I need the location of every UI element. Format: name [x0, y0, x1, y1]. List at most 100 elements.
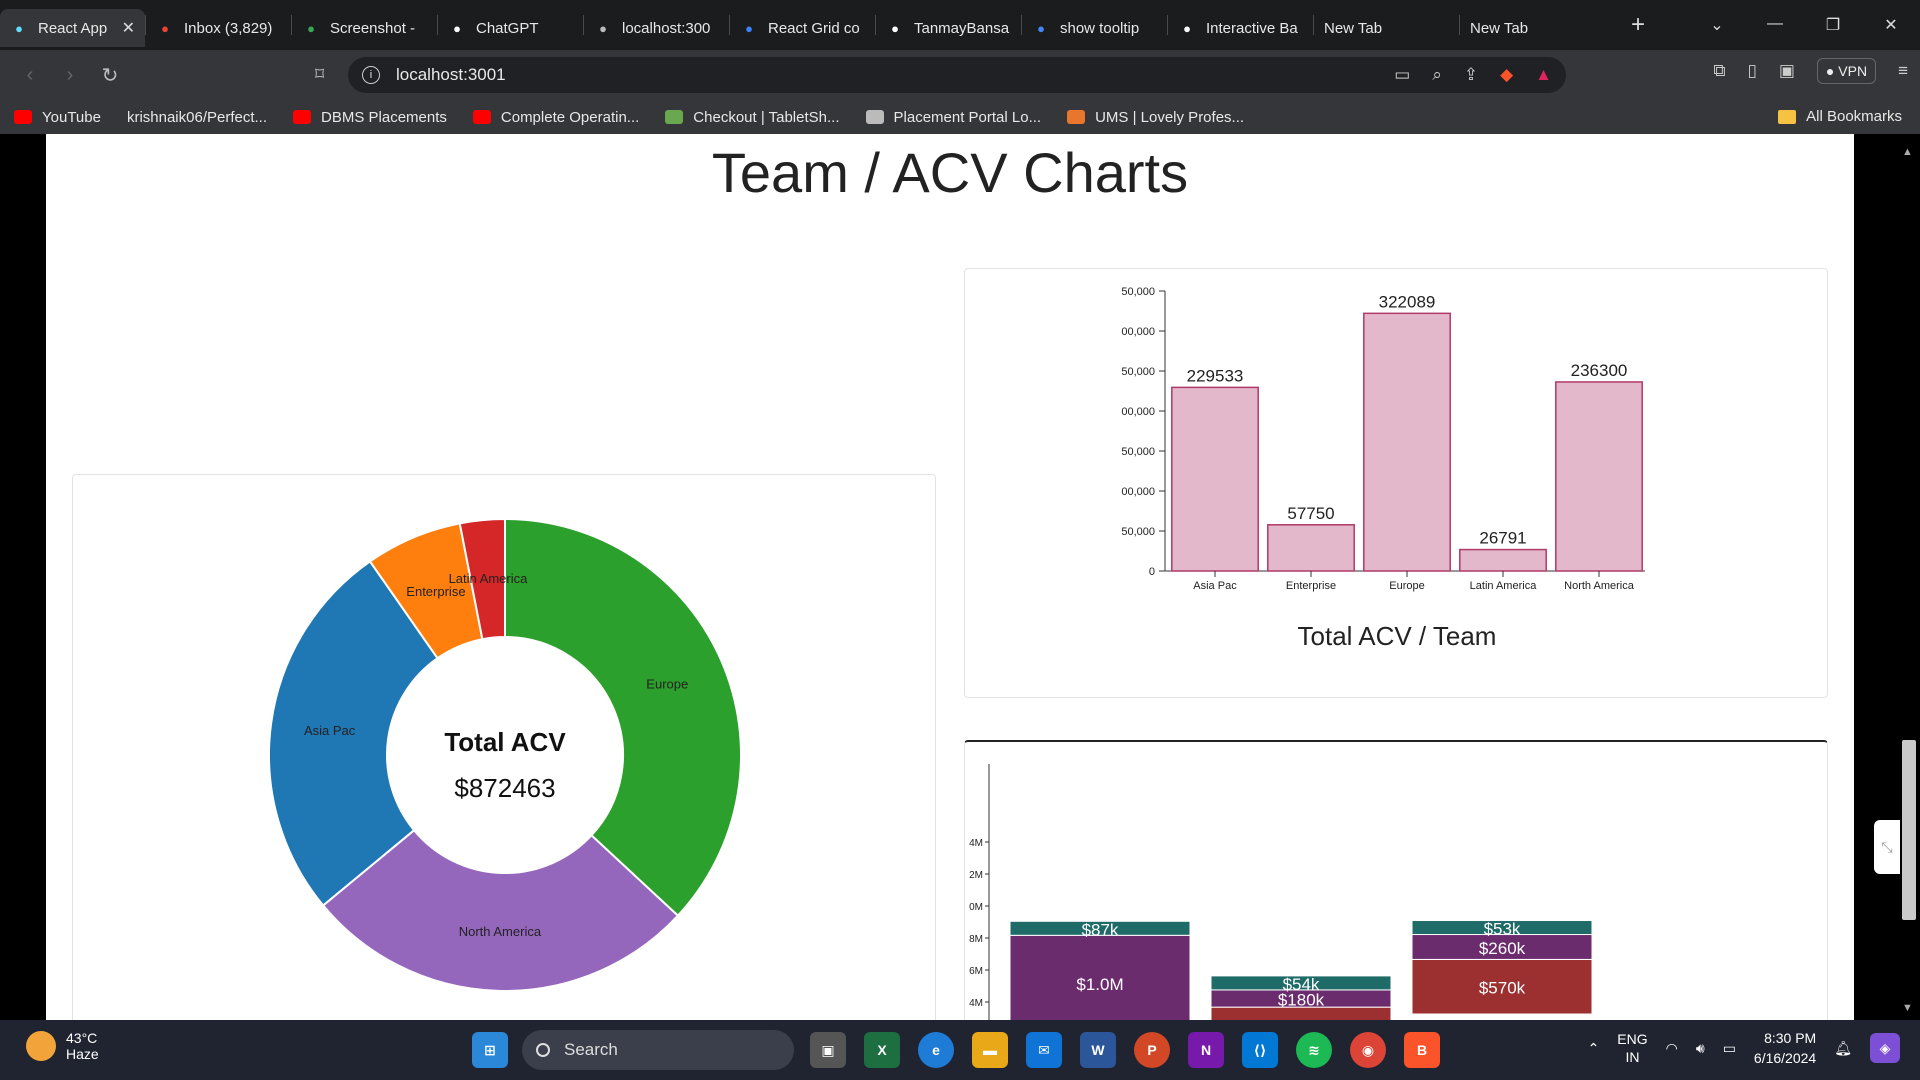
medium-icon: ●	[1183, 20, 1191, 36]
system-tray: ⌃ ENG IN ◠ 🔊︎ ▭ 8:30 PM 6/16/2024 🔔︎ ◈	[1588, 1028, 1900, 1068]
clock[interactable]: 8:30 PM 6/16/2024	[1754, 1028, 1816, 1068]
stack-y-tick-label: 4M	[969, 838, 983, 849]
tab-search-icon[interactable]: ⌄	[1688, 15, 1746, 35]
close-window-button[interactable]: ✕	[1862, 15, 1920, 35]
bar-chart-panel: 0 50,000 00,000 50,000 00,000 50,000 00,000 50,…	[964, 268, 1828, 698]
tab-title: localhost:300	[622, 19, 711, 37]
minimize-button[interactable]: —	[1746, 15, 1804, 35]
bar[interactable]	[1267, 524, 1355, 572]
bar[interactable]	[1555, 381, 1643, 572]
bar-chart-caption: Total ACV / Team	[1298, 621, 1497, 651]
site-info-icon[interactable]: i	[362, 66, 380, 84]
browser-tab[interactable]: New Tab	[1460, 9, 1605, 47]
wifi-icon[interactable]: ◠	[1666, 1040, 1678, 1057]
bookmark-label: YouTube	[42, 108, 101, 126]
stack-segment-label: $53k	[1484, 920, 1521, 939]
y-tick-label: 00,000	[1121, 486, 1155, 498]
bar[interactable]	[1363, 312, 1451, 572]
scroll-down-arrow[interactable]: ▼	[1902, 1002, 1913, 1014]
spotify-icon[interactable]: ≋	[1296, 1032, 1332, 1068]
windows-start-icon[interactable]: ⊞	[472, 1032, 508, 1068]
show-hidden-icons[interactable]: ⌃	[1588, 1040, 1600, 1057]
bar-chart: 0 50,000 00,000 50,000 00,000 50,000 00,000 50,…	[1121, 286, 1645, 651]
address-bar[interactable]: i localhost:3001 ▭ ⌕ ⇪ ◆ ▲	[348, 57, 1566, 93]
clock-time: 8:30 PM	[1764, 1030, 1817, 1046]
browser-tab[interactable]: ● localhost:300	[584, 9, 729, 47]
stack-segment-label: $54k	[1283, 975, 1320, 994]
edge-icon[interactable]: e	[918, 1032, 954, 1068]
x-tick-label: Europe	[1389, 580, 1424, 592]
browser-tab[interactable]: ● Interactive Ba	[1168, 9, 1313, 47]
language-indicator[interactable]: ENG IN	[1617, 1030, 1647, 1066]
notifications-icon[interactable]: 🔔︎	[1834, 1040, 1852, 1057]
vscode-icon[interactable]: ⟨⟩	[1242, 1032, 1278, 1068]
scroll-up-arrow[interactable]: ▲	[1902, 146, 1913, 158]
browser-tab[interactable]: ● React App ✕	[0, 9, 145, 47]
bookmark-item[interactable]: krishnaik06/Perfect...	[127, 109, 267, 126]
stack-y-tick-label: 2M	[969, 870, 983, 881]
excel-icon[interactable]: X	[864, 1032, 900, 1068]
bookmark-item[interactable]: YouTube	[14, 109, 101, 126]
page-scrollbar-thumb[interactable]	[1902, 740, 1916, 920]
bookmark-page-icon[interactable]: ⌑	[315, 64, 324, 85]
back-icon[interactable]: ‹	[10, 64, 50, 87]
sidebar-icon[interactable]: ▯	[1748, 61, 1757, 81]
reload-icon[interactable]: ↻	[90, 63, 130, 88]
onenote-icon[interactable]: N	[1188, 1032, 1224, 1068]
bookmark-favicon-icon	[665, 110, 684, 124]
stack-segment-label: $570k	[1479, 979, 1526, 998]
volume-icon[interactable]: 🔊︎	[1696, 1040, 1705, 1057]
browser-tab[interactable]: ● show tooltip	[1022, 9, 1167, 47]
google-icon: ●	[1037, 20, 1045, 36]
brave-icon[interactable]: B	[1404, 1032, 1440, 1068]
bar[interactable]	[1171, 386, 1259, 572]
powerpoint-icon[interactable]: P	[1134, 1032, 1170, 1068]
extensions-icon[interactable]: ⧉	[1713, 61, 1725, 81]
donut-slice[interactable]	[504, 517, 742, 918]
browser-tab[interactable]: New Tab	[1314, 9, 1459, 47]
task-view-icon[interactable]: ▣	[810, 1032, 846, 1068]
bookmark-favicon-icon	[1067, 110, 1086, 124]
browser-tab[interactable]: ● Inbox (3,829)	[146, 9, 291, 47]
bookmark-item[interactable]: Placement Portal Lo...	[865, 109, 1041, 126]
x-tick-label: North America	[1564, 580, 1635, 592]
bookmark-item[interactable]: UMS | Lovely Profes...	[1067, 109, 1244, 126]
brave-shields-icon[interactable]: ◆	[1500, 65, 1513, 85]
word-icon[interactable]: W	[1080, 1032, 1116, 1068]
vpn-button[interactable]: ● VPN	[1816, 58, 1877, 84]
bookmark-item[interactable]: Complete Operatin...	[472, 109, 639, 126]
side-panel-handle[interactable]: ⤡	[1874, 820, 1900, 874]
mail-icon[interactable]: ✉	[1026, 1032, 1062, 1068]
battery-icon[interactable]: ▭	[1723, 1040, 1736, 1057]
stack-segment-label: $87k	[1082, 920, 1119, 939]
weather-temperature: 43°C	[66, 1030, 98, 1046]
browser-tab[interactable]: ● React Grid co	[730, 9, 875, 47]
page-title: Team / ACV Charts	[711, 141, 1189, 204]
file-explorer-icon[interactable]: ▬	[972, 1032, 1008, 1068]
donut-slice-label: North America	[459, 924, 542, 939]
browser-tab[interactable]: ● Screenshot -	[292, 9, 437, 47]
copilot-icon[interactable]: ◈	[1870, 1033, 1900, 1063]
cast-icon[interactable]: ▭	[1394, 65, 1410, 85]
share-icon[interactable]: ⇪	[1464, 65, 1478, 85]
browser-tab[interactable]: ● TanmayBansa	[876, 9, 1021, 47]
bookmark-item[interactable]: Checkout | TabletSh...	[665, 109, 840, 126]
new-tab-button[interactable]: +	[1615, 11, 1661, 39]
close-tab-icon[interactable]: ✕	[122, 18, 135, 38]
bookmark-item[interactable]: DBMS Placements	[293, 109, 447, 126]
chrome-icon[interactable]: ◉	[1350, 1032, 1386, 1068]
all-bookmarks-label: All Bookmarks	[1806, 108, 1902, 125]
restore-button[interactable]: ❐	[1804, 15, 1862, 35]
brave-rewards-icon[interactable]: ▲	[1535, 65, 1552, 85]
bar[interactable]	[1459, 548, 1547, 572]
weather-widget[interactable]: 43°C Haze	[26, 1030, 99, 1062]
zoom-icon[interactable]: ⌕	[1432, 65, 1442, 85]
menu-icon[interactable]: ≡	[1898, 61, 1908, 81]
wallet-icon[interactable]: ▣	[1779, 61, 1795, 81]
forward-icon[interactable]: ›	[50, 64, 90, 87]
taskbar-search[interactable]: Search	[522, 1030, 794, 1070]
react-icon: ●	[15, 20, 23, 36]
bookmark-favicon-icon	[472, 110, 491, 124]
all-bookmarks-button[interactable]: All Bookmarks	[1778, 108, 1902, 125]
browser-tab[interactable]: ● ChatGPT	[438, 9, 583, 47]
